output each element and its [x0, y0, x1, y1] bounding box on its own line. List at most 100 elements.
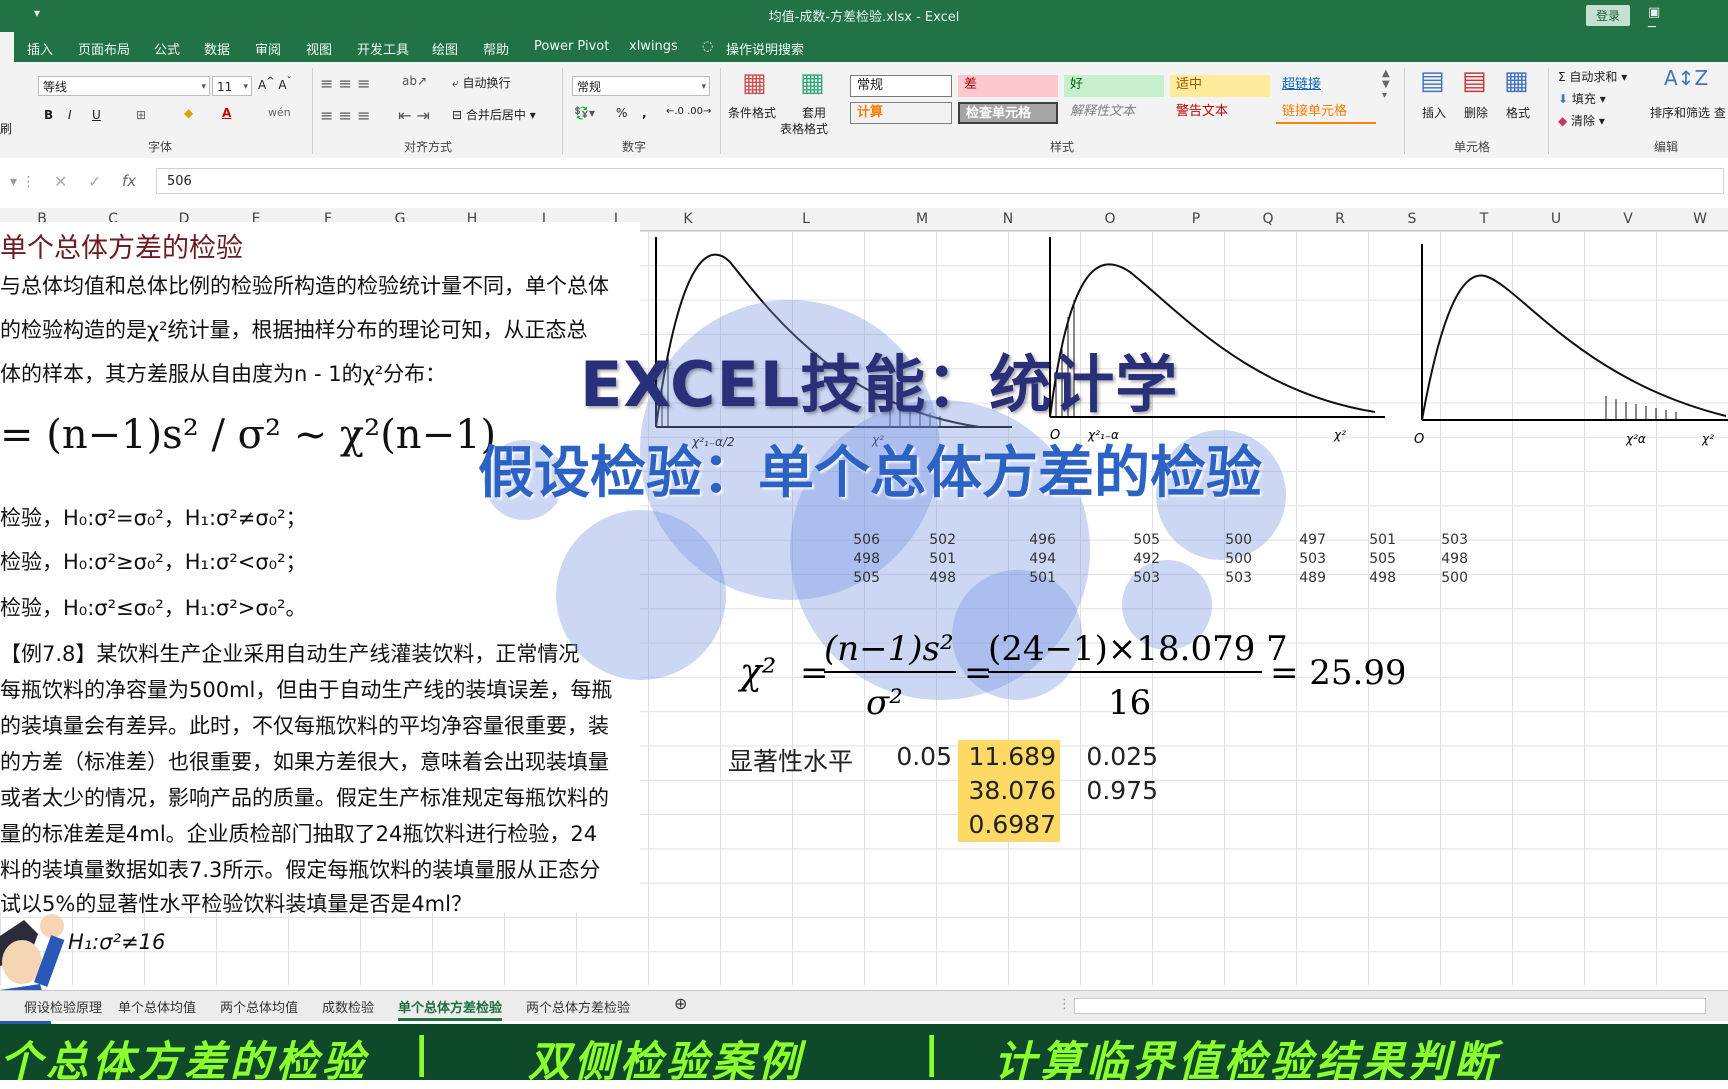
column-header[interactable]: T: [1474, 211, 1494, 227]
format-cells-button[interactable]: 格式: [1506, 104, 1530, 121]
tab-data[interactable]: 数据: [204, 39, 230, 58]
table-cell[interactable]: 497: [1266, 532, 1326, 548]
percent-icon[interactable]: %: [616, 106, 627, 120]
formula-input[interactable]: 506: [156, 168, 1724, 194]
tab-formulas[interactable]: 公式: [154, 39, 180, 58]
table-cell[interactable]: 506: [820, 532, 880, 548]
indent-icon[interactable]: ⇤ ⇥: [398, 106, 430, 125]
tell-me-search[interactable]: 操作说明搜索: [726, 39, 804, 58]
lower-critical-value[interactable]: 11.689: [952, 742, 1056, 771]
tab-power-pivot[interactable]: Power Pivot: [534, 39, 609, 54]
column-header[interactable]: U: [1546, 211, 1566, 227]
format-painter-label[interactable]: 刷: [0, 120, 12, 137]
insert-cells-button[interactable]: 插入: [1422, 104, 1446, 121]
column-header[interactable]: M: [912, 211, 932, 227]
orientation-icon[interactable]: ab↗: [402, 74, 427, 88]
table-cell[interactable]: 500: [1192, 532, 1252, 548]
column-header[interactable]: V: [1618, 211, 1638, 227]
style-good[interactable]: 好: [1064, 75, 1164, 97]
column-header[interactable]: Q: [1258, 211, 1278, 227]
table-cell[interactable]: 503: [1266, 551, 1326, 567]
enter-icon[interactable]: ✓: [88, 172, 101, 191]
table-cell[interactable]: 498: [1336, 570, 1396, 586]
grow-font-icon[interactable]: A^ Aˇ: [258, 76, 292, 92]
table-cell[interactable]: 498: [1408, 551, 1468, 567]
table-cell[interactable]: 494: [996, 551, 1056, 567]
sort-filter-button[interactable]: 排序和筛选 查: [1650, 104, 1726, 121]
style-hyperlink[interactable]: 超链接: [1276, 75, 1376, 97]
format-cells-icon[interactable]: ▦: [1504, 66, 1529, 96]
table-cell[interactable]: 501: [896, 551, 956, 567]
column-header[interactable]: S: [1402, 211, 1422, 227]
insert-cells-icon[interactable]: ▤: [1420, 66, 1445, 96]
alpha-value[interactable]: 0.05: [880, 742, 952, 771]
table-cell[interactable]: 503: [1100, 570, 1160, 586]
column-header[interactable]: R: [1330, 211, 1350, 227]
delete-cells-icon[interactable]: ▤: [1462, 66, 1487, 96]
table-cell[interactable]: 501: [996, 570, 1056, 586]
sort-filter-icon[interactable]: A↕Z: [1664, 66, 1708, 90]
table-cell[interactable]: 505: [1336, 551, 1396, 567]
complement-half-alpha-value[interactable]: 0.975: [1062, 776, 1158, 805]
tab-review[interactable]: 审阅: [255, 39, 281, 58]
style-neutral[interactable]: 适中: [1170, 75, 1270, 97]
comma-icon[interactable]: ,: [642, 106, 647, 120]
sheet-tab[interactable]: 两个总体均值: [220, 997, 298, 1016]
italic-icon[interactable]: I: [68, 108, 72, 122]
column-header[interactable]: N: [998, 211, 1018, 227]
half-alpha-value[interactable]: 0.025: [1062, 742, 1158, 771]
insert-function-icon[interactable]: fx: [122, 172, 136, 190]
table-format-icon[interactable]: ▦: [800, 68, 825, 98]
tab-splitter-icon[interactable]: ⋮: [1058, 997, 1071, 1012]
style-calc[interactable]: 计算: [850, 102, 952, 124]
wrap-text-button[interactable]: ⤶ 自动换行: [452, 74, 511, 91]
chi-square-right-tailed-chart[interactable]: O χ²α χ²: [1410, 240, 1728, 460]
currency-icon[interactable]: 💱▾: [574, 106, 595, 120]
style-linked[interactable]: 链接单元格: [1276, 102, 1376, 124]
table-cell[interactable]: 496: [996, 532, 1056, 548]
explanation-textbox[interactable]: 单个总体方差的检验 与总体均值和总体比例的检验所构造的检验统计量不同，单个总体 …: [0, 222, 640, 954]
table-cell[interactable]: 503: [1408, 532, 1468, 548]
conditional-format-button[interactable]: 条件格式: [728, 104, 776, 121]
delete-cells-button[interactable]: 删除: [1464, 104, 1488, 121]
increase-decimal-icon[interactable]: ←.0 .00→: [666, 106, 711, 117]
table-cell[interactable]: 492: [1100, 551, 1160, 567]
table-cell[interactable]: 500: [1192, 551, 1252, 567]
align-top-icon[interactable]: ≡ ≡ ≡: [320, 74, 370, 93]
fill-color-icon[interactable]: ◆: [184, 106, 193, 120]
column-header[interactable]: W: [1690, 211, 1710, 227]
tab-draw[interactable]: 绘图: [432, 39, 458, 58]
tab-xlwings[interactable]: xlwings: [629, 39, 678, 54]
sheet-tab[interactable]: 假设检验原理: [24, 997, 102, 1016]
tab-home[interactable]: [0, 32, 14, 62]
sheet-tab[interactable]: 两个总体方差检验: [526, 997, 630, 1016]
border-icon[interactable]: ⊞: [136, 108, 146, 122]
table-cell[interactable]: 500: [1408, 570, 1468, 586]
chi-square-calculation[interactable]: χ² = (n−1)s² σ² = (24−1)×18.079 7 16 = 2…: [724, 616, 1404, 726]
tab-developer[interactable]: 开发工具: [357, 39, 409, 58]
column-header[interactable]: P: [1186, 211, 1206, 227]
tab-help[interactable]: 帮助: [483, 39, 509, 58]
column-header[interactable]: O: [1100, 211, 1120, 227]
style-explanatory[interactable]: 解释性文本: [1064, 102, 1164, 124]
conditional-format-icon[interactable]: ▦: [742, 68, 767, 98]
table-cell[interactable]: 502: [896, 532, 956, 548]
sheet-tab[interactable]: 成数检验: [322, 997, 374, 1016]
font-size-select[interactable]: 11: [212, 76, 252, 97]
tab-page-layout[interactable]: 页面布局: [78, 39, 130, 58]
table-cell[interactable]: 503: [1192, 570, 1252, 586]
name-box-dropdown-icon[interactable]: ▾ ⋮: [10, 174, 35, 190]
font-color-icon[interactable]: A: [222, 106, 231, 120]
style-check-cell[interactable]: 检查单元格: [958, 102, 1058, 124]
clear-button[interactable]: ◆ 清除 ▾: [1558, 112, 1605, 129]
sheet-tab-active[interactable]: 单个总体方差检验: [398, 997, 503, 1021]
login-button[interactable]: 登录: [1586, 5, 1631, 26]
autosum-button[interactable]: Σ 自动求和 ▾: [1558, 68, 1627, 85]
align-left-icon[interactable]: ≡ ≡ ≡: [320, 106, 370, 125]
table-cell[interactable]: 501: [1336, 532, 1396, 548]
add-sheet-icon[interactable]: ⊕: [674, 994, 687, 1013]
table-cell[interactable]: 489: [1266, 570, 1326, 586]
style-warning[interactable]: 警告文本: [1170, 102, 1270, 124]
fill-button[interactable]: ⬇ 填充 ▾: [1558, 90, 1606, 107]
table-cell[interactable]: 505: [820, 570, 880, 586]
